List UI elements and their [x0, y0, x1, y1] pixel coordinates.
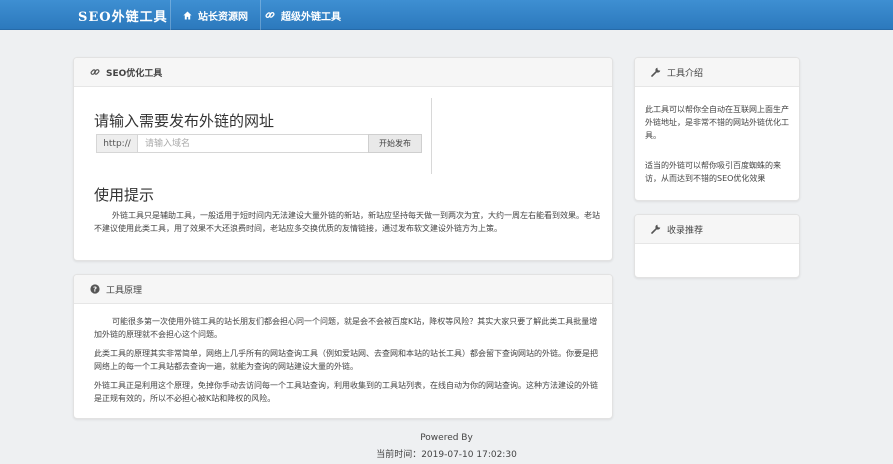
- principle-paragraph: 外链工具正是利用这个原理，免掉你手动去访问每一个工具站查询，利用收集到的工具站列…: [94, 381, 598, 403]
- wrench-icon: [651, 67, 661, 77]
- domain-input[interactable]: [137, 134, 368, 153]
- panel-header: SEO优化工具: [74, 58, 612, 87]
- nav-item-link-tool[interactable]: 超级外链工具: [255, 0, 341, 30]
- recommend-panel: 收录推荐: [634, 214, 800, 278]
- panel-title: 收录推荐: [667, 225, 704, 236]
- url-heading: 请输入需要发布外链的网址: [94, 112, 275, 130]
- principle-paragraph: 可能很多第一次使用外链工具的站长朋友们都会担心同一个问题，就是会不会被百度K站，…: [94, 317, 598, 339]
- divider: [431, 98, 432, 174]
- url-input-group: http:// 开始发布: [96, 134, 422, 153]
- nav-item-home-label: 站长资源网: [198, 11, 248, 23]
- panel-header: ? 工具原理: [74, 275, 612, 304]
- intro-paragraph: 此工具可以帮你全自动在互联网上面生产外链地址，是非常不错的网站外链优化工具。: [645, 105, 789, 140]
- powered-by: Powered By: [420, 433, 473, 443]
- principle-paragraph: 此类工具的原理其实非常简单，网络上几乎所有的网站查询工具（例如爱站网、去查网和本…: [94, 349, 598, 371]
- tips-text: 外链工具只是辅助工具，一般适用于短时间内无法建设大量外链的新站，新站应坚持每天做…: [94, 211, 600, 233]
- url-prefix: http://: [96, 134, 137, 153]
- home-icon: [183, 10, 192, 20]
- panel-header: 工具介绍: [635, 58, 799, 87]
- principle-panel: ? 工具原理 可能很多第一次使用外链工具的站长朋友们都会担心同一个问题，就是会不…: [73, 274, 613, 419]
- intro-paragraph: 适当的外链可以帮你吸引百度蜘蛛的来访，从而达到不错的SEO优化效果: [645, 161, 781, 183]
- intro-panel: 工具介绍 此工具可以帮你全自动在互联网上面生产外链地址，是非常不错的网站外链优化…: [634, 57, 800, 201]
- question-circle-icon: ?: [90, 284, 100, 294]
- current-time: 当前时间：2019-07-10 17:02:30: [376, 450, 517, 460]
- brand-title[interactable]: SEO外链工具: [78, 6, 168, 25]
- svg-text:?: ?: [93, 286, 97, 294]
- seo-tool-panel: SEO优化工具 请输入需要发布外链的网址 http:// 开始发布 使用提示 外…: [73, 57, 613, 261]
- tips-heading: 使用提示: [94, 186, 155, 204]
- top-navbar: SEO外链工具 站长资源网 超级外链工具: [0, 0, 893, 30]
- start-publish-button[interactable]: 开始发布: [368, 134, 422, 153]
- nav-item-home[interactable]: 站长资源网: [170, 0, 261, 30]
- wrench-icon: [651, 224, 661, 234]
- panel-title: 工具介绍: [667, 68, 704, 79]
- nav-item-link-tool-label: 超级外链工具: [281, 11, 341, 23]
- panel-title: 工具原理: [106, 285, 143, 296]
- panel-header: 收录推荐: [635, 215, 799, 244]
- panel-title: SEO优化工具: [106, 68, 163, 79]
- link-icon: [265, 12, 275, 18]
- link-icon: [90, 69, 100, 75]
